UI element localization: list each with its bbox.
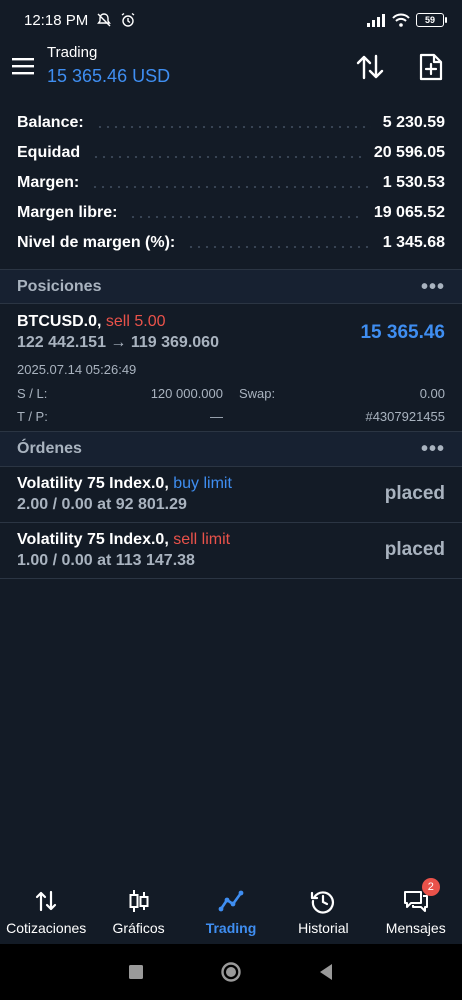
order-type: sell limit	[173, 531, 231, 548]
nav-label: Historial	[298, 920, 349, 936]
account-summary: Balance: 5 230.59 Equidad 20 596.05 Marg…	[0, 108, 462, 258]
order-item[interactable]: Volatility 75 Index.0, sell limit 1.00 /…	[0, 523, 462, 579]
nav-label: Gráficos	[112, 920, 165, 936]
quotes-icon	[36, 890, 57, 912]
order-detail: 2.00 / 0.00 at 92 801.29	[17, 496, 187, 513]
wifi-icon	[392, 13, 410, 27]
divider	[0, 578, 462, 579]
summary-value: 19 065.52	[373, 204, 445, 221]
bottom-navigation: Cotizaciones Gráficos Trading Historial	[0, 878, 462, 944]
home-icon[interactable]	[220, 961, 242, 983]
tp-value: —	[210, 409, 223, 424]
position-item[interactable]: BTCUSD.0, sell 5.00 122 442.151 → 119 36…	[0, 304, 462, 430]
history-icon	[311, 891, 335, 914]
nav-charts[interactable]: Gráficos	[93, 878, 185, 944]
summary-value: 1 530.53	[382, 174, 445, 191]
positions-header: Posiciones •••	[0, 270, 462, 304]
dotted-leader	[129, 216, 362, 218]
summary-value: 1 345.68	[382, 234, 445, 251]
notifications-off-icon	[97, 13, 112, 27]
sort-icon[interactable]	[355, 52, 385, 82]
position-datetime: 2025.07.14 05:26:49	[17, 362, 137, 377]
alarm-icon	[121, 12, 135, 27]
system-navigation-bar	[0, 944, 462, 1000]
dotted-leader	[187, 246, 371, 248]
position-side: sell 5.00	[105, 313, 166, 330]
clock: 12:18 PM	[24, 11, 89, 29]
dotted-leader	[91, 186, 371, 188]
summary-row-margin-level: Nivel de margen (%): 1 345.68	[0, 228, 462, 258]
order-symbol: Volatility 75 Index.0,	[17, 531, 169, 548]
summary-value: 5 230.59	[382, 114, 445, 131]
summary-row-free-margin: Margen libre: 19 065.52	[0, 198, 462, 228]
battery-icon: 59	[416, 13, 447, 27]
nav-trading[interactable]: Trading	[185, 878, 277, 944]
nav-label: Trading	[205, 920, 257, 936]
positions-title: Posiciones	[17, 278, 102, 295]
position-profit: 15 365.46	[360, 322, 445, 343]
summary-label: Nivel de margen (%):	[17, 234, 176, 251]
summary-label: Balance:	[17, 114, 84, 131]
nav-messages[interactable]: 2 Mensajes	[370, 878, 462, 944]
sl-label: S / L:	[17, 386, 48, 401]
order-item[interactable]: Volatility 75 Index.0, buy limit 2.00 / …	[0, 467, 462, 523]
position-prices: 122 442.151 → 119 369.060	[17, 334, 219, 351]
summary-row-margin: Margen: 1 530.53	[0, 168, 462, 198]
tp-label: T / P:	[17, 409, 48, 424]
summary-label: Equidad	[17, 144, 81, 161]
page-title: Trading	[47, 44, 98, 61]
more-options-icon[interactable]: •••	[421, 277, 445, 297]
status-bar: 12:18 PM 59	[0, 0, 462, 40]
order-detail: 1.00 / 0.00 at 113 147.38	[17, 552, 195, 569]
dotted-leader	[92, 156, 362, 158]
orders-header: Órdenes •••	[0, 432, 462, 466]
summary-row-balance: Balance: 5 230.59	[0, 108, 462, 138]
position-symbol: BTCUSD.0,	[17, 313, 102, 330]
orders-title: Órdenes	[17, 440, 82, 457]
ticket-number: #4307921455	[365, 409, 445, 424]
order-state: placed	[384, 483, 445, 504]
summary-label: Margen:	[17, 174, 80, 191]
app-header: Trading 15 365.46 USD	[0, 40, 462, 100]
summary-row-equity: Equidad 20 596.05	[0, 138, 462, 168]
order-type: buy limit	[173, 475, 232, 492]
sl-value: 120 000.000	[150, 386, 223, 401]
new-order-icon[interactable]	[416, 52, 446, 82]
order-symbol: Volatility 75 Index.0,	[17, 475, 169, 492]
more-options-icon[interactable]: •••	[421, 439, 445, 459]
signal-icon	[367, 14, 385, 27]
swap-value: 0.00	[419, 386, 445, 401]
dotted-leader	[95, 126, 371, 128]
trading-icon	[218, 890, 244, 912]
nav-history[interactable]: Historial	[277, 878, 369, 944]
menu-icon[interactable]	[12, 54, 36, 78]
recents-icon[interactable]	[128, 964, 144, 980]
nav-label: Mensajes	[385, 920, 446, 936]
unread-badge: 2	[421, 878, 440, 896]
summary-label: Margen libre:	[17, 204, 118, 221]
nav-label: Cotizaciones	[6, 920, 87, 936]
order-state: placed	[384, 539, 445, 560]
charts-icon	[129, 890, 149, 912]
swap-label: Swap:	[239, 386, 276, 401]
account-balance: 15 365.46 USD	[47, 66, 171, 86]
nav-quotes[interactable]: Cotizaciones	[0, 878, 92, 944]
summary-value: 20 596.05	[373, 144, 445, 161]
back-icon[interactable]	[318, 963, 334, 981]
